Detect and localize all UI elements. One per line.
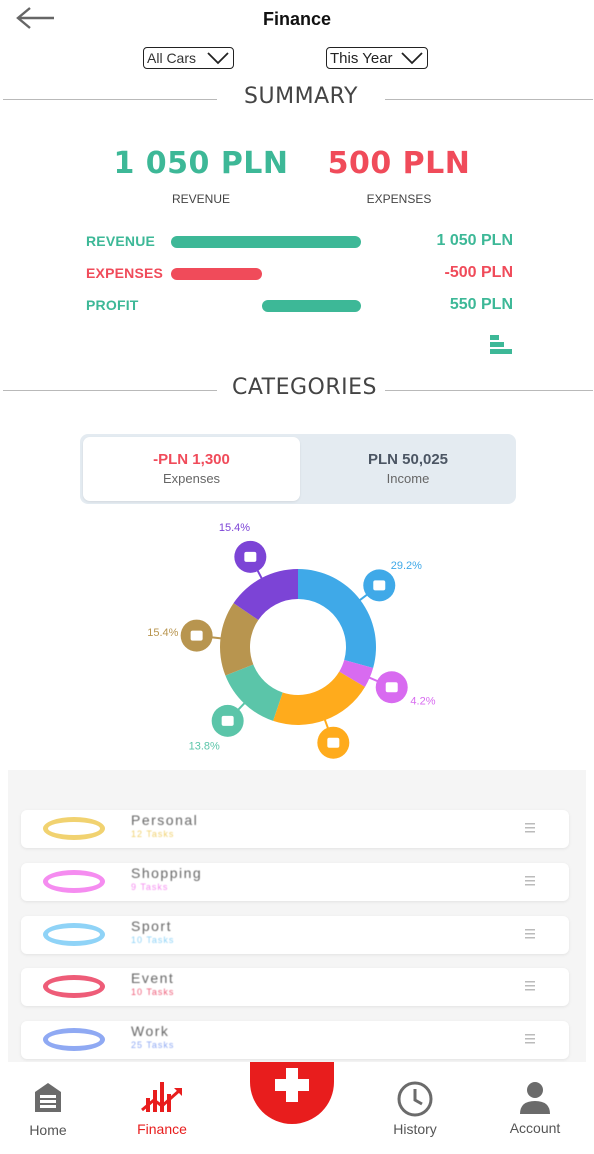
list-menu-icon[interactable]	[525, 1033, 535, 1045]
category-ring-icon	[43, 870, 105, 893]
car-filter-select[interactable]: All Cars	[143, 47, 234, 69]
category-ring-icon	[43, 923, 105, 946]
donut-label-shopping: 4.2%	[410, 696, 435, 708]
list-menu-icon[interactable]	[525, 928, 535, 940]
category-ring-icon	[43, 1028, 105, 1051]
nav-home-label: Home	[29, 1122, 67, 1138]
money-icon-glyph	[221, 715, 234, 726]
list-item-title: Event	[131, 970, 175, 986]
list-menu-icon[interactable]	[525, 875, 535, 887]
finance-chart-icon	[141, 1082, 182, 1112]
summary-row-value: 1 050 PLN	[436, 232, 513, 249]
garage-icon	[35, 1083, 61, 1112]
divider	[385, 99, 593, 100]
chevron-down-icon	[401, 52, 423, 65]
list-menu-icon[interactable]	[525, 980, 535, 992]
fork-knife-icon-glyph	[327, 737, 340, 748]
nav-finance-label: Finance	[137, 1121, 187, 1137]
divider	[3, 390, 217, 391]
tab-expenses-amount: -PLN 1,300	[153, 451, 230, 468]
category-donut-chart: 29.2%4.2%21.5%13.8%15.4%15.4%	[147, 522, 435, 775]
period-filter-select[interactable]: This Year	[326, 47, 428, 69]
list-item-subtitle: 25 Tasks	[131, 1040, 175, 1050]
tab-expenses[interactable]: -PLN 1,300 Expenses	[83, 437, 300, 501]
person-icon	[520, 1082, 550, 1114]
page-title: Finance	[262, 9, 332, 29]
plus-icon	[275, 1068, 309, 1102]
list-item-title: Personal	[131, 812, 199, 828]
donut-label-home: 15.4%	[147, 627, 178, 639]
category-ring-icon	[43, 975, 105, 998]
revenue-caption: REVENUE	[171, 192, 230, 206]
list-menu-icon[interactable]	[525, 822, 535, 834]
summary-row-bar	[171, 236, 361, 248]
tab-income-amount: PLN 50,025	[367, 451, 449, 468]
list-item-title: Sport	[131, 918, 172, 934]
nav-account[interactable]: Account	[490, 1080, 580, 1136]
tab-expenses-label: Expenses	[162, 471, 221, 486]
shopping-bag-icon-glyph	[385, 682, 398, 693]
summary-row-bar	[262, 300, 361, 312]
tab-income-label: Income	[386, 471, 430, 486]
expenses-caption: EXPENSES	[366, 192, 432, 206]
home-icon-glyph	[190, 630, 203, 641]
flower-icon-glyph	[244, 551, 257, 562]
nav-home[interactable]: Home	[3, 1080, 93, 1138]
list-item[interactable]: Event 10 Tasks	[21, 968, 569, 1006]
list-item-subtitle: 10 Tasks	[131, 935, 175, 945]
list-item[interactable]: Work 25 Tasks	[21, 1021, 569, 1059]
nav-finance[interactable]: Finance	[117, 1080, 207, 1137]
summary-row-label: REVENUE	[86, 233, 156, 249]
list-item-subtitle: 9 Tasks	[131, 882, 169, 892]
donut-label-flower: 15.4%	[219, 522, 250, 534]
expenses-total: 500 PLN	[327, 146, 471, 181]
nav-history-label: History	[393, 1121, 437, 1137]
car-filter-value: All Cars	[147, 50, 197, 66]
category-ring-icon	[43, 817, 105, 840]
divider	[385, 390, 593, 391]
summary-heading: SUMMARY	[244, 84, 358, 109]
list-item-title: Work	[131, 1023, 170, 1039]
car-icon-glyph	[373, 580, 386, 591]
nav-history[interactable]: History	[370, 1080, 460, 1137]
divider	[3, 99, 217, 100]
summary-row-value: 550 PLN	[449, 296, 513, 313]
tab-income[interactable]: PLN 50,025 Income	[302, 437, 514, 501]
chevron-down-icon	[207, 52, 229, 65]
list-item-subtitle: 10 Tasks	[131, 987, 175, 997]
list-item[interactable]: Shopping 9 Tasks	[21, 863, 569, 901]
list-item[interactable]: Sport 10 Tasks	[21, 916, 569, 954]
list-item-subtitle: 12 Tasks	[131, 829, 175, 839]
summary-row-bar	[171, 268, 262, 280]
bar-chart-icon[interactable]	[490, 333, 512, 355]
nav-account-label: Account	[509, 1120, 561, 1136]
revenue-total: 1 050 PLN	[113, 146, 289, 181]
list-item-title: Shopping	[131, 865, 203, 881]
add-button[interactable]	[250, 1062, 334, 1124]
summary-row-label: PROFIT	[86, 297, 139, 313]
period-filter-value: This Year	[330, 49, 393, 67]
summary-row-label: EXPENSES	[86, 265, 164, 281]
clock-icon	[397, 1081, 433, 1117]
donut-label-money: 13.8%	[189, 740, 220, 752]
list-item[interactable]: Personal 12 Tasks	[21, 810, 569, 848]
categories-heading: CATEGORIES	[231, 375, 378, 400]
donut-hole	[251, 600, 345, 694]
summary-row-value: -500 PLN	[444, 264, 513, 281]
donut-label-car: 29.2%	[391, 560, 422, 572]
